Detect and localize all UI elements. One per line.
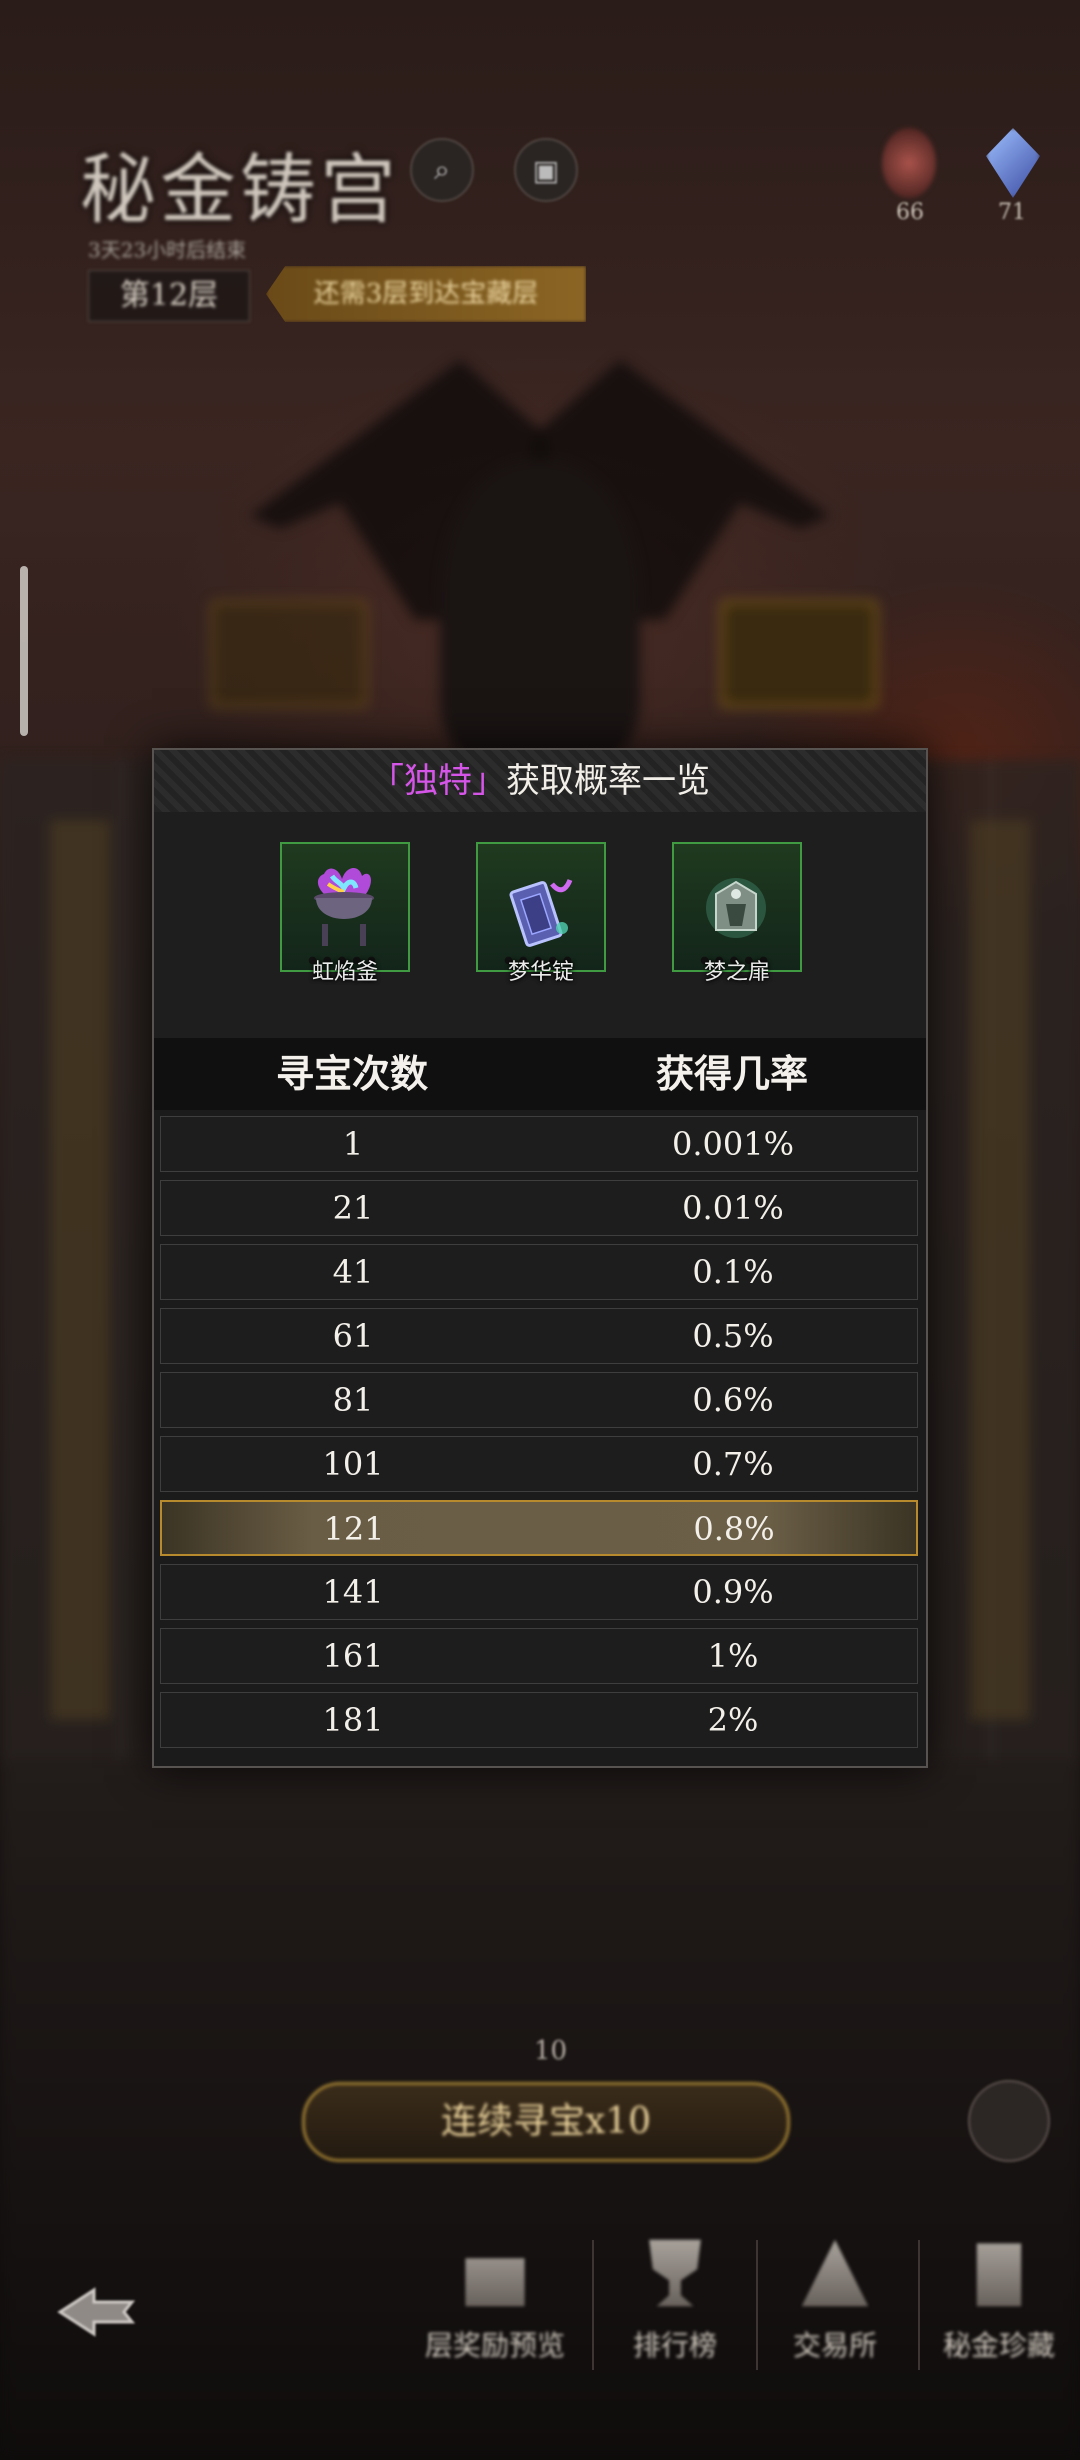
item-label: 梦之扉 <box>703 960 770 985</box>
column-header-rate: 获得几率 <box>655 1051 808 1096</box>
table-row: 181 2% <box>160 1692 918 1748</box>
item-frame: ●●●●● <box>280 842 410 972</box>
nav-divider <box>918 2240 920 2370</box>
trophy-icon <box>649 2239 701 2307</box>
row-count: 21 <box>332 1189 374 1227</box>
row-count: 161 <box>322 1637 384 1675</box>
table-row: 81 0.6% <box>160 1372 918 1428</box>
nav-divider <box>756 2240 758 2370</box>
row-rate: 0.5% <box>692 1317 774 1355</box>
row-rate: 0.9% <box>692 1573 774 1611</box>
treasure-chest-right <box>720 600 878 708</box>
table-row-highlighted: 121 0.8% <box>160 1500 918 1556</box>
red-orb-count: 66 <box>896 200 924 225</box>
continuous-hunt-button[interactable]: 连续寻宝x10 <box>302 2082 790 2162</box>
row-count: 81 <box>332 1381 374 1419</box>
table-row: 61 0.5% <box>160 1308 918 1364</box>
table-row: 21 0.01% <box>160 1180 918 1236</box>
item-label: 虹焰釜 <box>311 960 378 985</box>
table-row: 101 0.7% <box>160 1436 918 1492</box>
row-count: 121 <box>323 1510 385 1548</box>
title-bracket-close: 」 <box>472 761 506 801</box>
reward-items: ●●●●● 虹焰釜 ●●●●● 梦华锭 ●●●●● 梦之扉 <box>154 812 926 1038</box>
row-rate: 0.7% <box>692 1445 774 1483</box>
treasure-chest-left <box>210 600 368 708</box>
chest-icon <box>465 2258 525 2307</box>
table-row: 161 1% <box>160 1628 918 1684</box>
table-row: 1 0.001% <box>160 1116 918 1172</box>
exchange-icon <box>801 2239 869 2307</box>
row-count: 41 <box>332 1253 374 1291</box>
row-rate: 0.6% <box>692 1381 774 1419</box>
row-count: 1 <box>342 1125 364 1163</box>
game-screen: 秘金铸宫 ⌕ ▣ 3天23小时后结束 第12层 还需3层到达宝藏层 66 71 … <box>0 0 1080 2460</box>
nav-exchange[interactable]: 交易所 <box>760 2236 910 2376</box>
red-orb-icon[interactable] <box>882 128 936 198</box>
dream-door-icon <box>706 878 766 938</box>
back-arrow-icon[interactable] <box>54 2280 138 2344</box>
item-label: 梦华锭 <box>507 960 574 985</box>
item-frame: ●●●●● <box>672 842 802 972</box>
item-frame: ●●●●● <box>476 842 606 972</box>
hunt-count-label: 10 <box>534 2036 568 2066</box>
row-count: 141 <box>322 1573 384 1611</box>
scrollbar[interactable] <box>20 566 28 736</box>
row-rate: 0.001% <box>671 1125 794 1163</box>
table-header: 寻宝次数 获得几率 <box>154 1038 926 1110</box>
column-header-count: 寻宝次数 <box>275 1051 428 1096</box>
collection-icon <box>976 2243 1022 2307</box>
title-accent: 独特 <box>404 761 472 801</box>
nav-floor-rewards[interactable]: 层奖励预览 <box>420 2236 570 2376</box>
reward-item[interactable]: ●●●●● 梦之扉 <box>672 842 802 986</box>
floor-hint-banner: 还需3层到达宝藏层 <box>266 266 586 322</box>
info-icon[interactable]: ▣ <box>514 138 578 202</box>
blue-crystal-count: 71 <box>998 200 1026 225</box>
right-pillar <box>970 820 1030 1720</box>
nav-label: 秘金珍藏 <box>942 2329 1055 2362</box>
dragon-statue <box>440 460 640 760</box>
rainbow-cauldron-icon <box>314 868 374 946</box>
event-timer: 3天23小时后结束 <box>88 238 247 262</box>
chest-shortcut-button[interactable] <box>968 2080 1050 2162</box>
row-rate: 2% <box>707 1701 759 1739</box>
left-pillar <box>50 820 110 1720</box>
nav-divider <box>592 2240 594 2370</box>
table-row: 141 0.9% <box>160 1564 918 1620</box>
title-bracket-open: 「 <box>370 761 404 801</box>
row-rate: 0.01% <box>682 1189 784 1227</box>
row-rate: 0.8% <box>693 1510 775 1548</box>
reward-item[interactable]: ●●●●● 梦华锭 <box>476 842 606 986</box>
nav-leaderboard[interactable]: 排行榜 <box>600 2236 750 2376</box>
row-count: 181 <box>322 1701 384 1739</box>
row-rate: 1% <box>707 1637 759 1675</box>
dream-ingot-icon <box>509 878 573 947</box>
row-count: 101 <box>322 1445 384 1483</box>
search-icon[interactable]: ⌕ <box>410 138 474 202</box>
drop-rate-modal: 「独特」获取概率一览 ●●●●● 虹焰釜 ●●●●● 梦华锭 ●●●●● 梦之扉… <box>152 748 928 1768</box>
nav-label: 排行榜 <box>632 2329 717 2362</box>
row-rate: 0.1% <box>692 1253 774 1291</box>
nav-label: 层奖励预览 <box>424 2329 565 2362</box>
table-row: 41 0.1% <box>160 1244 918 1300</box>
title-text: 获取概率一览 <box>506 761 710 801</box>
modal-title: 「独特」获取概率一览 <box>154 750 926 813</box>
reward-item[interactable]: ●●●●● 虹焰釜 <box>280 842 410 986</box>
nav-label: 交易所 <box>792 2329 877 2362</box>
row-count: 61 <box>332 1317 374 1355</box>
floor-indicator: 第12层 <box>88 270 250 322</box>
nav-collection[interactable]: 秘金珍藏 <box>924 2236 1074 2376</box>
page-title: 秘金铸宫 <box>80 145 400 234</box>
